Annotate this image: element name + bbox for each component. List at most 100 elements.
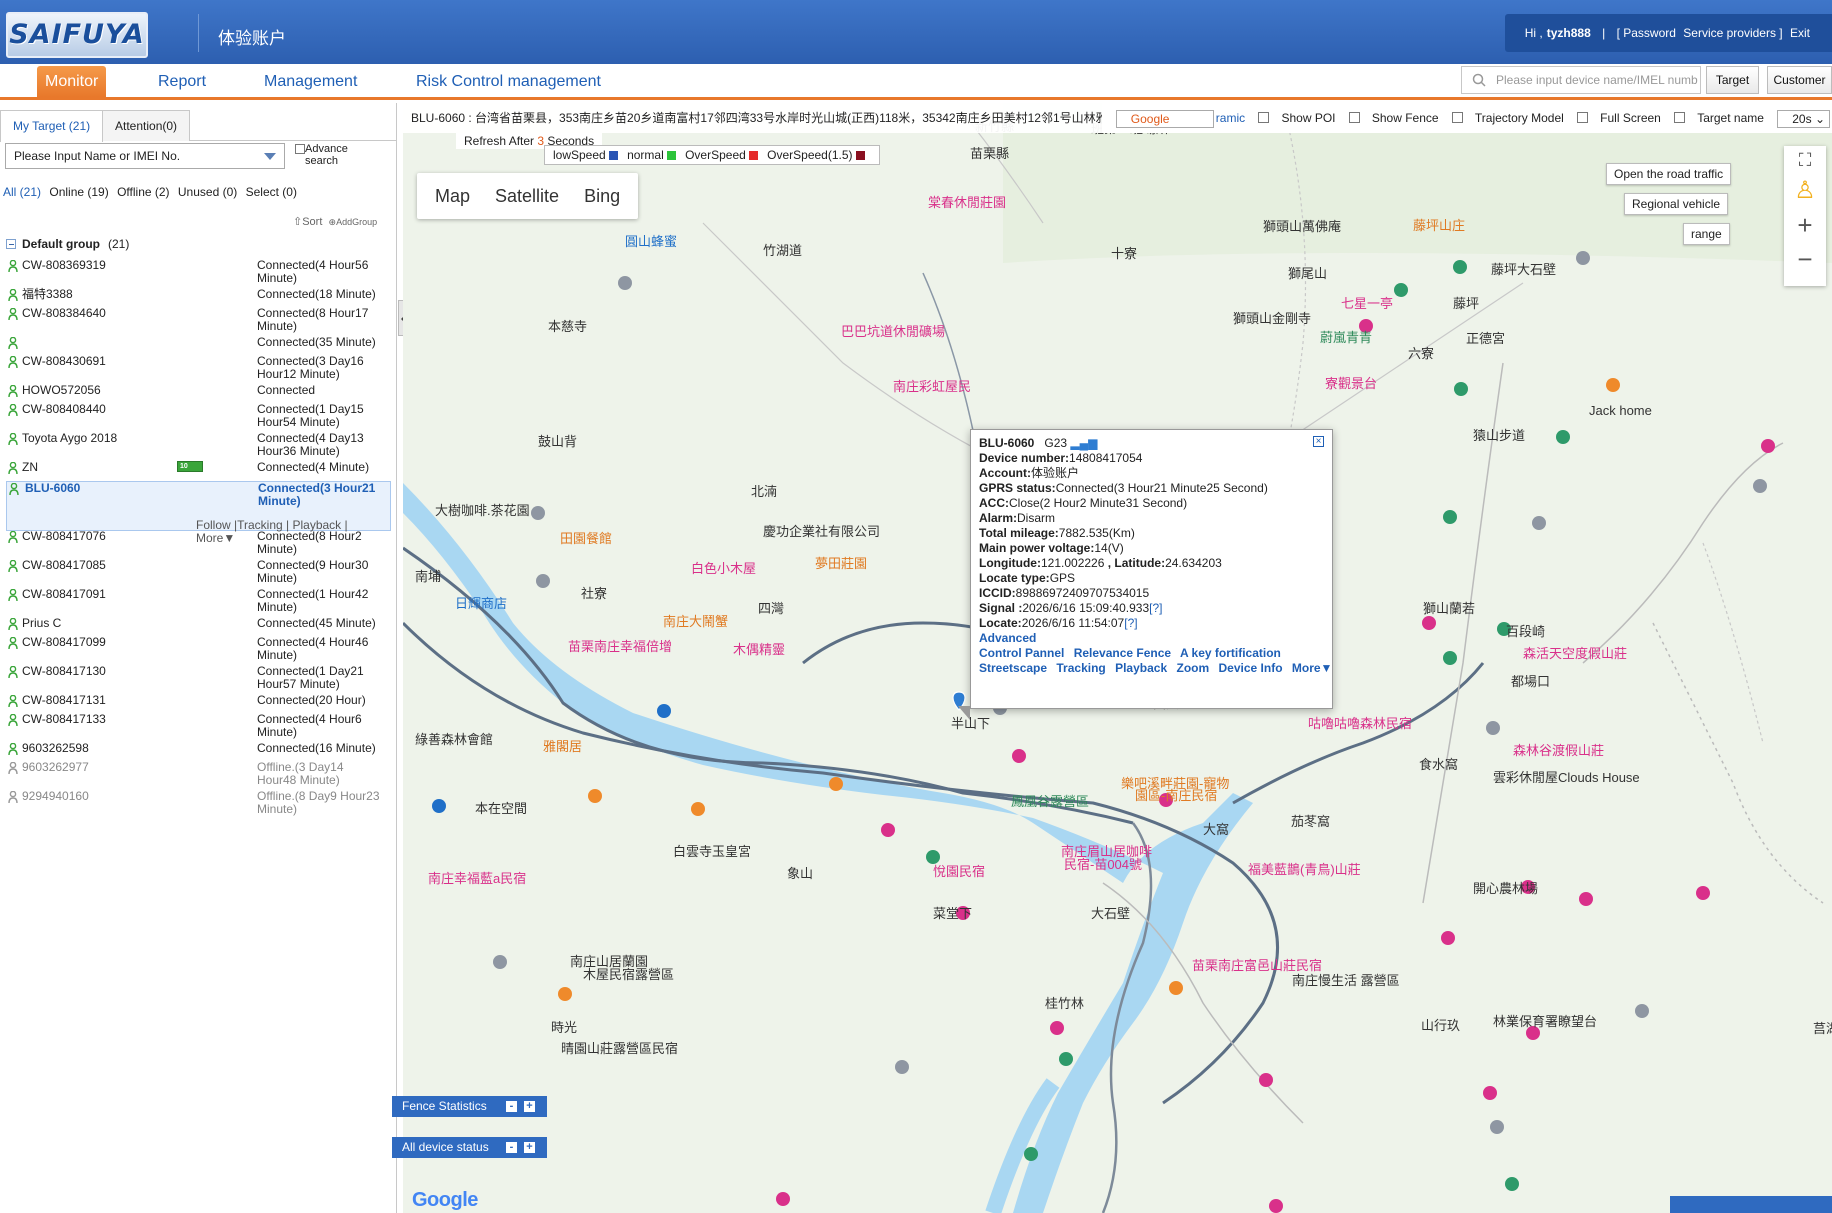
trajectory-toggle[interactable]: Trajectory Model [1451, 111, 1564, 125]
target-name-toggle[interactable]: Target name [1674, 111, 1764, 125]
device-name: ZN [22, 460, 38, 474]
filter-select[interactable]: Select (0) [246, 185, 297, 199]
all-device-status-panel[interactable]: All device status - + [392, 1137, 547, 1158]
add-group-link[interactable]: AddGroup [336, 217, 377, 227]
device-row[interactable]: 9294940160 Offline.(8 Day9 Hour23 Minute) [0, 790, 397, 818]
advance-search-toggle[interactable]: Advance search [295, 143, 373, 167]
trajectory-checkbox[interactable] [1451, 112, 1463, 123]
ramic-link[interactable]: ramic [1216, 111, 1245, 125]
device-row[interactable]: CW-808417133 Connected(4 Hour6 Minute) [0, 713, 397, 741]
tab-report[interactable]: Report [158, 64, 206, 97]
tab-management[interactable]: Management [264, 64, 357, 97]
map-type-map[interactable]: Map [435, 186, 470, 206]
show-poi-checkbox[interactable] [1258, 112, 1270, 123]
device-name: 9603262598 [22, 741, 89, 755]
show-fence-toggle[interactable]: Show Fence [1348, 111, 1439, 125]
control-panel-link[interactable]: Control Pannel [979, 646, 1064, 660]
password-link[interactable]: [ Password [1617, 26, 1676, 40]
range-button[interactable]: range [1683, 223, 1730, 245]
advance-search-checkbox[interactable] [295, 144, 305, 155]
more-link[interactable]: More▼ [1292, 661, 1333, 675]
popup-acc: Close(2 Hour2 Minute31 Second) [1009, 496, 1188, 510]
zoom-out-button[interactable]: − [1784, 244, 1826, 275]
show-poi-toggle[interactable]: Show POI [1258, 111, 1336, 125]
tab-my-target[interactable]: My Target (21) [0, 110, 104, 142]
popup-signal-type: G23 [1044, 436, 1068, 450]
device-row[interactable]: CW-808417076 Connected(8 Hour2 Minute) [0, 530, 397, 558]
service-providers-link[interactable]: Service providers ] [1683, 26, 1782, 40]
streetscape-link[interactable]: Streetscape [979, 661, 1047, 675]
sort-row: ⇧Sort ⊕AddGroup [293, 215, 377, 228]
minimize-icon[interactable]: - [506, 1142, 517, 1153]
full-screen-toggle[interactable]: Full Screen [1577, 111, 1661, 125]
show-fence-checkbox[interactable] [1348, 112, 1360, 123]
device-info-link[interactable]: Device Info [1219, 661, 1283, 675]
filter-unused[interactable]: Unused (0) [178, 185, 237, 199]
device-row[interactable]: CW-808430691 Connected(3 Day16 Hour12 Min… [0, 355, 397, 383]
expand-icon[interactable]: + [524, 1101, 535, 1112]
tab-risk-control[interactable]: Risk Control management [416, 64, 601, 97]
full-screen-checkbox[interactable] [1577, 112, 1589, 123]
tab-monitor[interactable]: Monitor [37, 66, 107, 97]
fullscreen-icon[interactable]: ⛶ [1784, 150, 1826, 171]
key-fortification-link[interactable]: A key fortification [1180, 646, 1281, 660]
refresh-interval-select[interactable]: 20s ⌄ [1777, 109, 1830, 128]
expand-icon[interactable]: + [524, 1142, 535, 1153]
filter-offline[interactable]: Offline (2) [117, 185, 169, 199]
locate-help-link[interactable]: [?] [1124, 616, 1137, 630]
device-status: Connected(1 Day15 Hour54 Minute) [257, 402, 364, 429]
open-road-traffic-button[interactable]: Open the road traffic [1606, 163, 1732, 185]
zoom-in-button[interactable]: + [1784, 210, 1826, 241]
tab-attention[interactable]: Attention(0) [102, 110, 191, 141]
fence-statistics-panel[interactable]: Fence Statistics - + [392, 1096, 547, 1117]
map-place-label: 園區-南庄民宿 [1135, 788, 1218, 803]
close-icon[interactable]: × [1313, 436, 1324, 447]
map-type-satellite[interactable]: Satellite [495, 186, 559, 206]
map-provider-select[interactable]: Google [1115, 109, 1214, 128]
chevron-down-icon[interactable] [264, 153, 276, 160]
sort-link[interactable]: Sort [302, 216, 322, 228]
playback-link[interactable]: Playback [1115, 661, 1167, 675]
map-place-label: 日輝商店 [455, 596, 508, 611]
regional-vehicle-button[interactable]: Regional vehicle [1624, 193, 1729, 215]
device-row[interactable]: 9603262977 Offline.(3 Day14 Hour48 Minute… [0, 761, 397, 789]
device-row[interactable]: CW-808417099 Connected(4 Hour46 Minute) [0, 636, 397, 664]
device-status: Connected(3 Hour21 Minute) [258, 481, 376, 508]
customer-button[interactable]: Customer [1767, 66, 1832, 94]
google-logo: Google [412, 1189, 478, 1211]
signal-help-link[interactable]: [?] [1149, 601, 1162, 615]
device-row[interactable]: CW-808417091 Connected(1 Hour42 Minute) [0, 588, 397, 616]
device-row[interactable]: CW-808369319 Connected(4 Hour56 Minute) [0, 259, 397, 287]
device-row[interactable]: CW-808417085 Connected(9 Hour30 Minute) [0, 559, 397, 587]
map-place-label: 本在空間 [475, 801, 528, 816]
map-place-label: 象山 [787, 866, 814, 881]
speed-legend: lowSpeed normal OverSpeed OverSpeed(1.5) [544, 145, 880, 165]
brand-logo[interactable]: SAIFUYA [6, 12, 148, 58]
street-view-icon[interactable]: ♙ [1784, 176, 1826, 205]
device-status: Connected(35 Minute) [257, 335, 376, 349]
collapse-group-icon[interactable] [6, 239, 16, 249]
zoom-link[interactable]: Zoom [1176, 661, 1209, 675]
map-place-label: 藤坪 [1453, 296, 1480, 311]
name-imei-input[interactable]: Please Input Name or IMEI No. [5, 143, 285, 169]
group-header[interactable]: Default group (21) [6, 237, 129, 251]
filter-online[interactable]: Online (19) [49, 185, 108, 199]
device-row[interactable]: CW-808384640 Connected(8 Hour17 Minute) [0, 307, 397, 335]
device-search-input[interactable]: Please input device name/IMEL numb [1461, 66, 1701, 94]
minimize-icon[interactable]: - [506, 1101, 517, 1112]
device-row[interactable]: BLU-6060 Connected(3 Hour21 Minute) Follow… [6, 481, 391, 545]
device-row[interactable]: CW-808408440 Connected(1 Day15 Hour54 Min… [0, 403, 397, 431]
device-status: Connected(1 Day21 Hour57 Minute) [257, 664, 364, 691]
map-place-label: 半山下 [951, 716, 991, 731]
filter-all[interactable]: All (21) [3, 185, 41, 199]
relevance-fence-link[interactable]: Relevance Fence [1074, 646, 1171, 660]
device-row[interactable]: Toyota Aygo 2018 Connected(4 Day13 Hour36… [0, 432, 397, 460]
advanced-link[interactable]: Advanced [979, 631, 1036, 645]
device-status: Offline.(3 Day14 Hour48 Minute) [257, 760, 344, 787]
exit-link[interactable]: Exit [1790, 26, 1810, 40]
tracking-link[interactable]: Tracking [1056, 661, 1105, 675]
target-name-checkbox[interactable] [1674, 112, 1686, 123]
target-button[interactable]: Target [1706, 66, 1759, 94]
map-type-bing[interactable]: Bing [584, 186, 620, 206]
device-row[interactable]: CW-808417130 Connected(1 Day21 Hour57 Min… [0, 665, 397, 693]
